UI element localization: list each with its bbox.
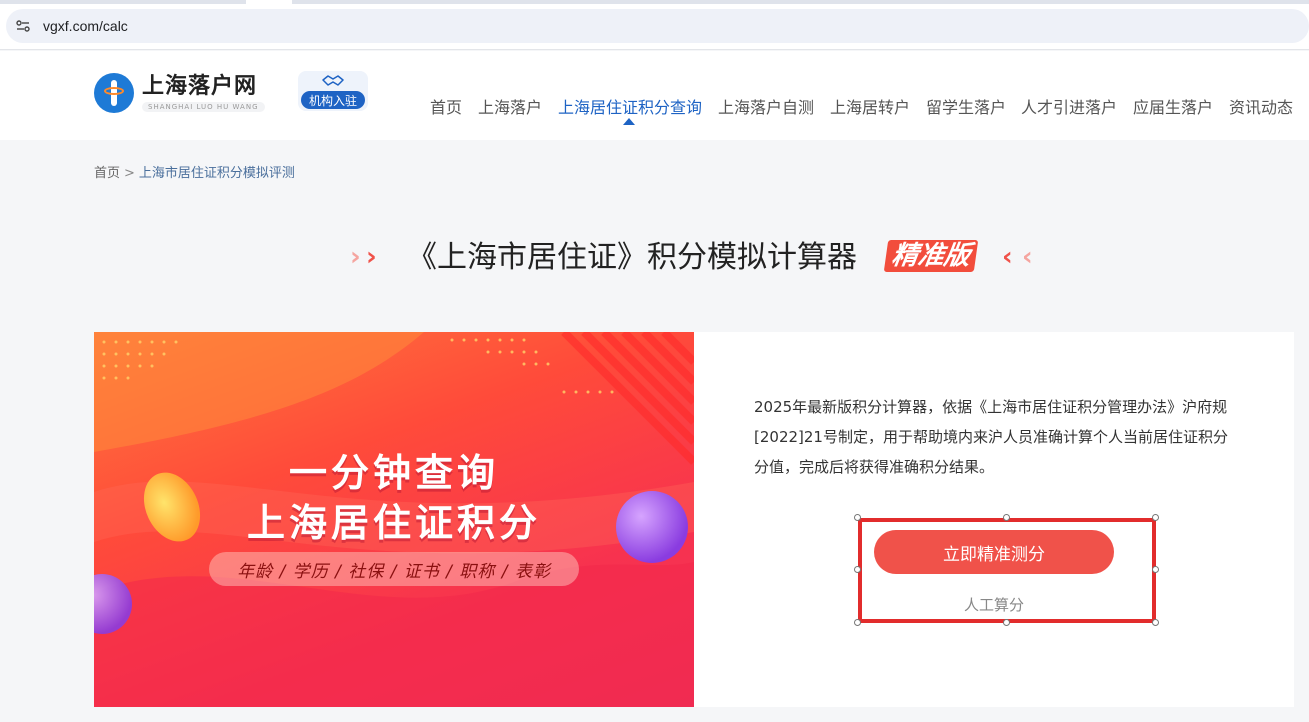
chevron-left-icon: ‹ [1002, 242, 1013, 272]
chevron-right-icon: › [350, 242, 361, 272]
selection-handle[interactable] [1152, 566, 1159, 573]
address-bar[interactable]: vgxf.com/calc [6, 9, 1309, 43]
nav-item-residence-to-hukou[interactable]: 上海居转户 [830, 94, 910, 118]
nav-item-residence-points[interactable]: 上海居住证积分查询 [558, 94, 702, 118]
breadcrumb-separator: > [124, 166, 135, 181]
selection-handle[interactable] [854, 566, 861, 573]
breadcrumb-current[interactable]: 上海市居住证积分模拟评测 [139, 166, 295, 181]
site-info-icon[interactable] [9, 12, 37, 40]
selection-handle[interactable] [854, 619, 861, 626]
selection-handle[interactable] [854, 514, 861, 521]
url-text[interactable]: vgxf.com/calc [43, 18, 128, 34]
nav-item-overseas-students[interactable]: 留学生落户 [926, 94, 1006, 118]
selection-handle[interactable] [1003, 514, 1010, 521]
calculator-description: 2025年最新版积分计算器，依据《上海市居住证积分管理办法》沪府规[2022]2… [754, 398, 1228, 476]
banner-headline-1: 一分钟查询 [288, 451, 499, 495]
logo-title: 上海落户网 [142, 74, 258, 99]
logo-subtitle: SHANGHAI LUO HU WANG [142, 102, 265, 112]
tab-strip [0, 0, 1309, 4]
breadcrumb-home[interactable]: 首页 [94, 166, 120, 181]
logo-icon [94, 73, 134, 113]
start-precise-calc-button[interactable]: 立即精准测分 [874, 530, 1114, 574]
nav-item-graduates[interactable]: 应届生落户 [1133, 94, 1213, 118]
chevron-left-icon: ‹ [1022, 242, 1033, 272]
manual-calc-link[interactable]: 人工算分 [944, 594, 1044, 615]
site-logo[interactable]: 上海落户网 SHANGHAI LUO HU WANG [94, 73, 265, 113]
page-title: › › 《上海市居住证》积分模拟计算器 精准版 ‹ ‹ [0, 238, 1309, 278]
selection-handle[interactable] [1003, 619, 1010, 626]
nav-item-hukou-self-test[interactable]: 上海落户自测 [718, 94, 814, 118]
nav-item-shanghai-hukou[interactable]: 上海落户 [478, 94, 542, 118]
site-header: 上海落户网 SHANGHAI LUO HU WANG 机构入驻 首页 上海落户 … [0, 51, 1309, 140]
banner-headline-2: 上海居住证积分 [246, 501, 541, 545]
nav-item-home[interactable]: 首页 [430, 94, 462, 118]
handshake-icon [322, 75, 344, 86]
page-title-text: 《上海市居住证》积分模拟计算器 [407, 240, 857, 275]
browser-toolbar: vgxf.com/calc [0, 0, 1309, 50]
org-join-button[interactable]: 机构入驻 [298, 71, 368, 111]
nav-item-news[interactable]: 资讯动态 [1229, 94, 1293, 118]
selection-handle[interactable] [1152, 514, 1159, 521]
banner-tags: 年龄 / 学历 / 社保 / 证书 / 职称 / 表彰 [209, 552, 579, 586]
chevron-right-icon: › [366, 242, 377, 272]
promo-banner: 一分钟查询 上海居住证积分 年龄 / 学历 / 社保 / 证书 / 职称 / 表… [94, 332, 694, 707]
active-nav-indicator [623, 118, 635, 125]
active-tab[interactable] [246, 0, 292, 4]
precise-edition-badge: 精准版 [883, 240, 979, 272]
org-join-label: 机构入驻 [301, 91, 365, 109]
nav-item-talent-intro[interactable]: 人才引进落户 [1021, 94, 1117, 118]
calculator-card: 一分钟查询 上海居住证积分 年龄 / 学历 / 社保 / 证书 / 职称 / 表… [94, 332, 1294, 707]
breadcrumb: 首页 > 上海市居住证积分模拟评测 [94, 162, 295, 181]
selection-handle[interactable] [1152, 619, 1159, 626]
